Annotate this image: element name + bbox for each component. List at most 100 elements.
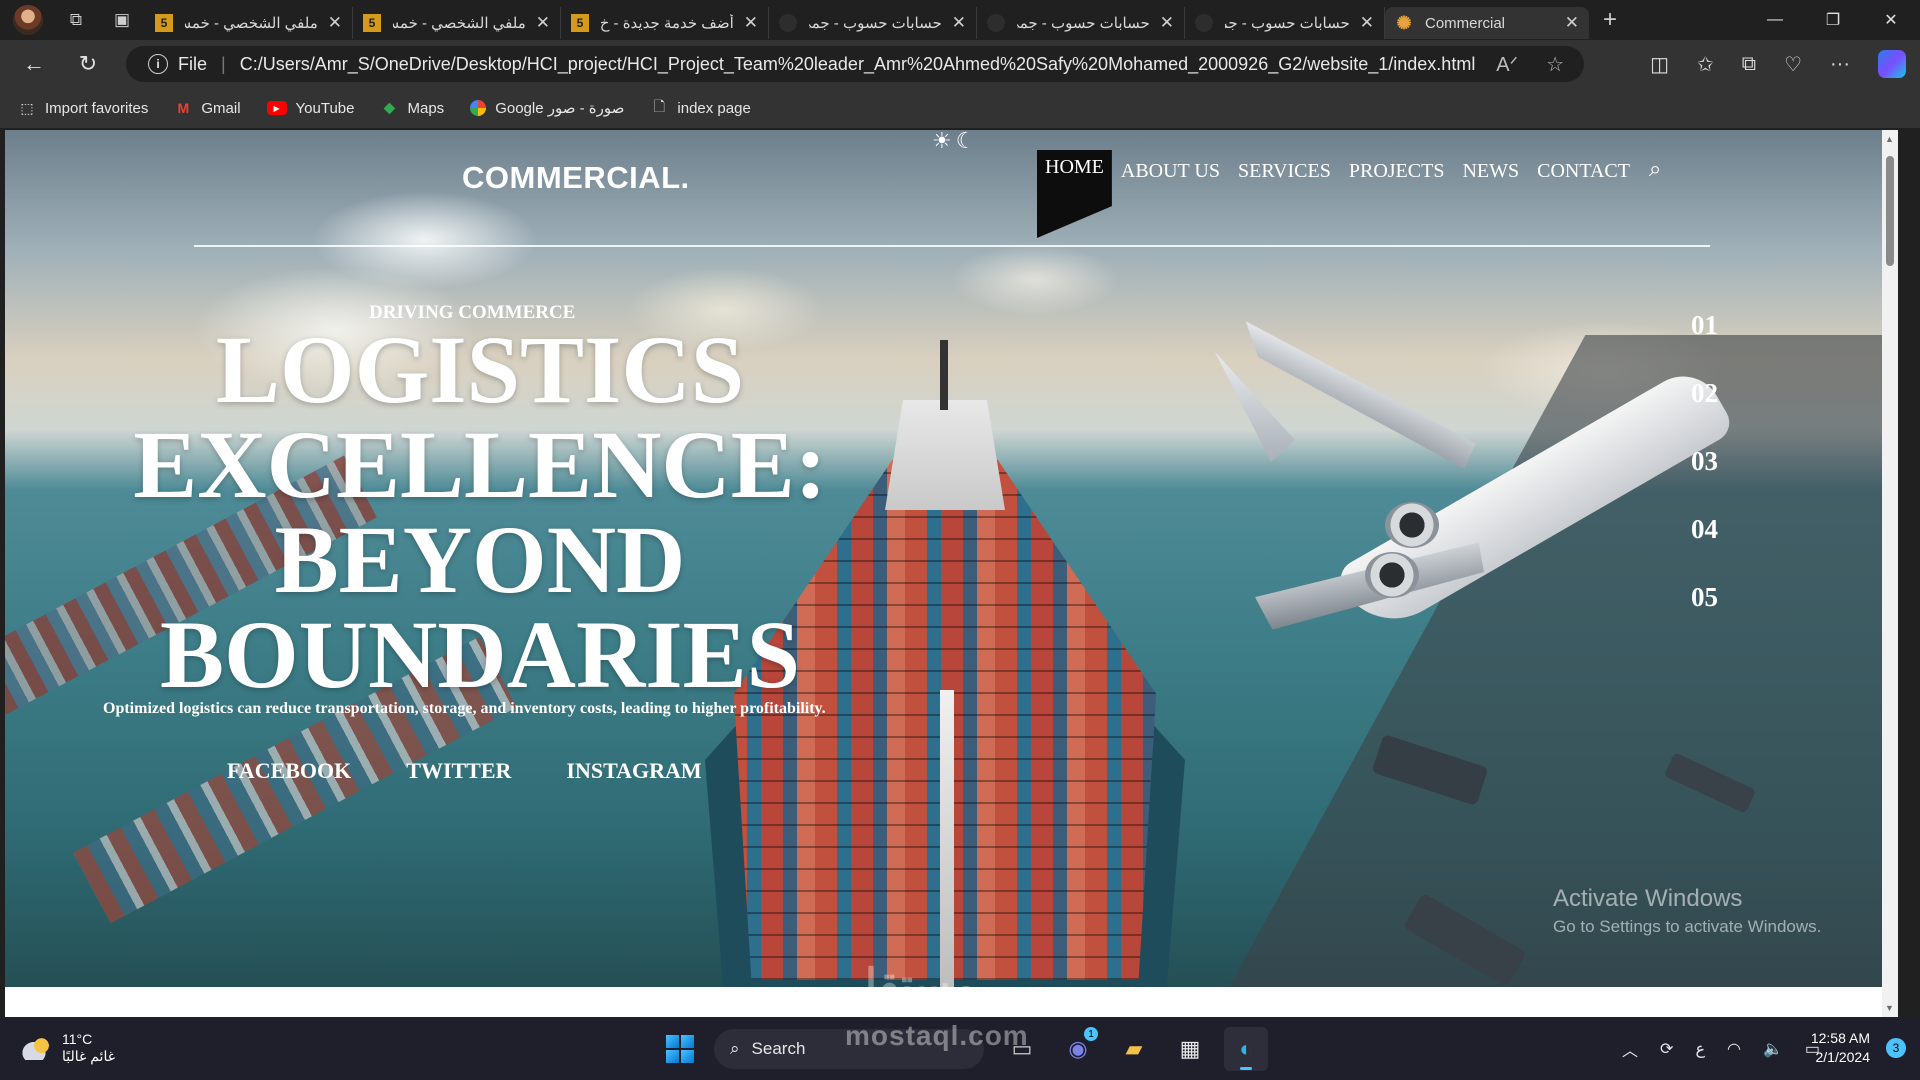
headline-line: BOUNDARIES xyxy=(159,601,801,708)
wifi-icon[interactable]: ◠ xyxy=(1727,1039,1741,1059)
facebook-link[interactable]: FACEBOOK xyxy=(227,758,351,784)
scroll-down-icon[interactable]: ▼ xyxy=(1885,1003,1894,1013)
close-tab-icon[interactable]: ✕ xyxy=(328,13,342,33)
workspaces-icon[interactable]: ⧉ xyxy=(61,5,91,35)
favorites-icon[interactable]: ✩ xyxy=(1697,52,1714,77)
copilot-icon[interactable] xyxy=(1878,50,1906,78)
nav-projects[interactable]: PROJECTS xyxy=(1340,150,1454,193)
page-viewport: ☀ ☾ COMMERCIAL. HOME ABOUT US SERVICES P… xyxy=(5,130,1898,1017)
microsoft-store-icon[interactable]: ▦ xyxy=(1168,1027,1212,1071)
more-options-icon[interactable]: ··· xyxy=(1830,53,1850,76)
site-info-icon[interactable]: i xyxy=(148,54,168,74)
browser-tab[interactable]: 5 ملفي الشخصي - خمس ✕ xyxy=(145,7,353,39)
headline-line: LOGISTICS xyxy=(215,316,745,423)
slide-indicator[interactable]: 02 xyxy=(1691,378,1718,409)
ship-bridge-image xyxy=(885,400,1005,510)
start-button[interactable] xyxy=(666,1035,694,1063)
theme-toggle[interactable]: ☀ ☾ xyxy=(932,130,975,154)
favorite-gmail[interactable]: M Gmail xyxy=(174,99,241,117)
teams-icon[interactable]: ◉ 1 xyxy=(1056,1027,1100,1071)
restore-button[interactable]: ❐ xyxy=(1804,0,1862,40)
close-tab-icon[interactable]: ✕ xyxy=(1565,13,1579,33)
twitter-link[interactable]: TWITTER xyxy=(406,758,511,784)
weather-widget[interactable]: 11°C غائم غالبًا xyxy=(22,1031,115,1065)
sync-icon[interactable]: ⟳ xyxy=(1660,1039,1673,1059)
favorite-index-page[interactable]: 🗋 index page xyxy=(650,98,751,117)
page-scrollbar[interactable]: ▲ ▼ xyxy=(1882,130,1898,1017)
volume-icon[interactable]: 🔈 xyxy=(1763,1039,1783,1059)
windows-logo-pane xyxy=(666,1035,679,1048)
tab-title: أضف خدمة جديدة - خ xyxy=(601,15,734,32)
nav-news[interactable]: NEWS xyxy=(1453,150,1528,193)
moon-icon[interactable]: ☾ xyxy=(956,130,976,154)
sun-icon[interactable]: ☀ xyxy=(932,130,952,154)
windows-logo-pane xyxy=(681,1035,694,1048)
favorite-import[interactable]: ⬚ Import favorites xyxy=(18,99,148,117)
favorite-maps[interactable]: ⬥ Maps xyxy=(381,98,445,117)
plane-engine xyxy=(1365,552,1419,598)
back-button[interactable]: ← xyxy=(14,44,54,84)
edge-browser-icon[interactable]: ◐ xyxy=(1224,1027,1268,1071)
weather-text: 11°C غائم غالبًا xyxy=(62,1031,115,1065)
slide-indicator[interactable]: 01 xyxy=(1691,310,1718,341)
chevron-up-icon[interactable]: ︿ xyxy=(1622,1037,1638,1061)
hero-section: ☀ ☾ COMMERCIAL. HOME ABOUT US SERVICES P… xyxy=(5,130,1898,987)
url-text[interactable]: C:/Users/Amr_S/OneDrive/Desktop/HCI_proj… xyxy=(240,54,1476,75)
close-tab-icon[interactable]: ✕ xyxy=(1160,13,1174,33)
collections-icon[interactable]: ⧉ xyxy=(1742,53,1756,76)
commercial-favicon-icon: ✺ xyxy=(1396,12,1412,33)
address-toolbar: ← ↻ i File | C:/Users/Amr_S/OneDrive/Des… xyxy=(0,40,1920,88)
slide-indicator[interactable]: 03 xyxy=(1691,446,1718,477)
browser-tab[interactable]: حسابات حسوب - جمي ✕ xyxy=(977,7,1185,39)
mostaql-logo-watermark: مستقل xyxy=(845,961,977,1010)
favorite-star-icon[interactable]: ☆ xyxy=(1546,52,1564,77)
nav-contact[interactable]: CONTACT xyxy=(1528,150,1639,193)
profile-avatar[interactable] xyxy=(13,5,43,35)
address-bar[interactable]: i File | C:/Users/Amr_S/OneDrive/Desktop… xyxy=(126,46,1584,82)
favorites-bar: ⬚ Import favorites M Gmail ▶ YouTube ⬥ M… xyxy=(0,88,1920,128)
nav-services[interactable]: SERVICES xyxy=(1229,150,1340,193)
file-explorer-icon[interactable]: ▰ xyxy=(1112,1027,1156,1071)
slide-indicator[interactable]: 05 xyxy=(1691,582,1718,613)
read-aloud-icon[interactable]: Aᐟ xyxy=(1496,52,1518,77)
system-tray: ︿ ⟳ ع ◠ 🔈 ▭ xyxy=(1622,1037,1820,1061)
new-tab-button[interactable]: + xyxy=(1603,6,1617,34)
taskbar-clock[interactable]: 12:58 AM 2/1/2024 xyxy=(1811,1029,1870,1067)
favorite-label: index page xyxy=(677,99,751,117)
page-icon: 🗋 xyxy=(653,98,666,114)
browser-essentials-icon[interactable]: ♡ xyxy=(1784,52,1802,77)
nav-home[interactable]: HOME xyxy=(1037,150,1112,238)
browser-tab[interactable]: حسابات حسوب - جمي ✕ xyxy=(769,7,977,39)
site-logo[interactable]: COMMERCIAL. xyxy=(462,160,690,196)
input-language-indicator[interactable]: ع xyxy=(1695,1039,1705,1059)
browser-tab-active[interactable]: ✺ Commercial ✕ xyxy=(1385,7,1589,39)
nav-about-us[interactable]: ABOUT US xyxy=(1112,150,1229,193)
scrollbar-thumb[interactable] xyxy=(1886,156,1894,266)
scroll-up-icon[interactable]: ▲ xyxy=(1885,134,1894,144)
watermark-title: Activate Windows xyxy=(1553,885,1743,912)
maps-icon: ⬥ xyxy=(383,98,396,117)
favorite-photos[interactable]: Google صورة - صور xyxy=(470,99,624,117)
close-tab-icon[interactable]: ✕ xyxy=(952,13,966,33)
close-tab-icon[interactable]: ✕ xyxy=(1360,13,1374,33)
split-screen-icon[interactable]: ◫ xyxy=(1650,52,1669,77)
favorite-youtube[interactable]: ▶ YouTube xyxy=(266,100,355,117)
headline-line: EXCELLENCE: xyxy=(133,411,827,518)
ship-mast-image xyxy=(940,340,948,410)
instagram-link[interactable]: INSTAGRAM xyxy=(566,758,701,784)
tab-strip: ⧉ ▣ 5 ملفي الشخصي - خمس ✕ 5 ملفي الشخصي … xyxy=(0,0,1920,40)
minimize-button[interactable]: — xyxy=(1746,0,1804,40)
browser-tab[interactable]: حسابات حسوب - جمي ✕ xyxy=(1185,7,1385,39)
browser-tab[interactable]: 5 أضف خدمة جديدة - خ ✕ xyxy=(561,7,769,39)
tab-actions-icon[interactable]: ▣ xyxy=(107,5,137,35)
refresh-button[interactable]: ↻ xyxy=(68,44,108,84)
close-tab-icon[interactable]: ✕ xyxy=(536,13,550,33)
header-divider xyxy=(194,245,1710,247)
notification-badge[interactable]: 3 xyxy=(1886,1038,1906,1058)
slide-indicator[interactable]: 04 xyxy=(1691,514,1718,545)
close-window-button[interactable]: ✕ xyxy=(1862,0,1920,40)
windows-logo-pane xyxy=(681,1050,694,1063)
close-tab-icon[interactable]: ✕ xyxy=(744,13,758,33)
browser-tab[interactable]: 5 ملفي الشخصي - خمس ✕ xyxy=(353,7,561,39)
search-icon[interactable]: ⌕ xyxy=(1639,150,1671,188)
